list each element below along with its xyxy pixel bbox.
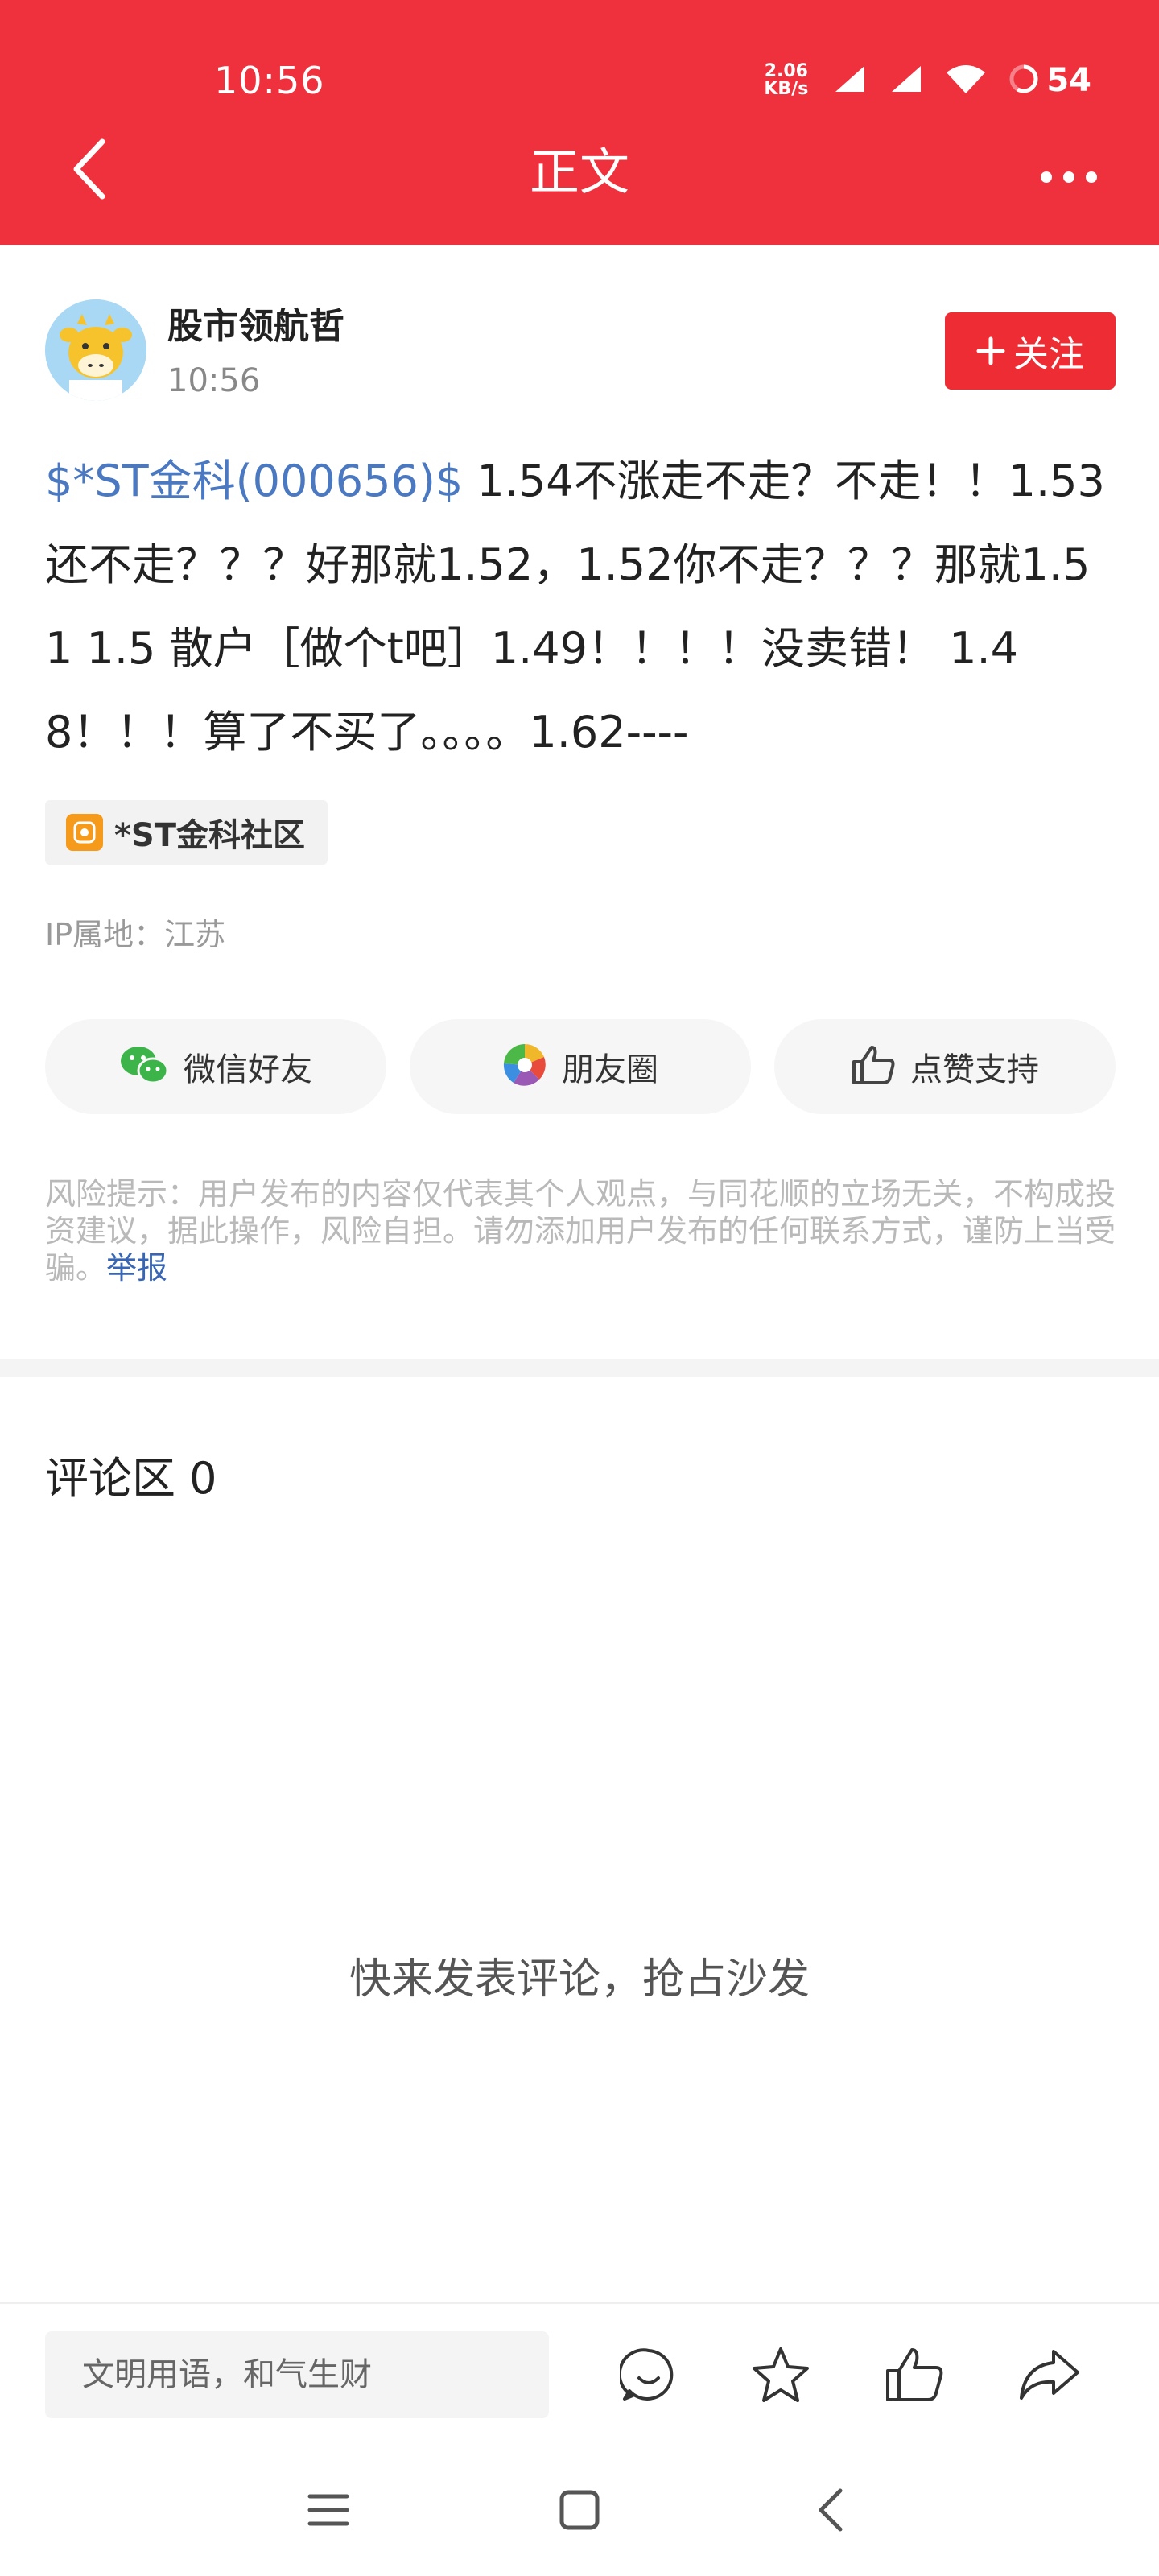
section-divider xyxy=(0,1359,1159,1377)
status-time: 10:56 xyxy=(214,59,325,102)
star-icon xyxy=(751,2346,810,2407)
comments-empty-state: 快来发表评论，抢占沙发 xyxy=(349,1955,810,2004)
network-speed-unit: KB/s xyxy=(764,79,809,99)
ip-location: IP属地：江苏 xyxy=(45,917,226,952)
like-support-label: 点赞支持 xyxy=(910,1051,1039,1088)
menu-button[interactable] xyxy=(296,2479,361,2544)
author-row: 股市领航哲 10:56 关注 xyxy=(45,299,1116,404)
favorite-button[interactable] xyxy=(742,2338,819,2415)
menu-icon xyxy=(307,2491,350,2532)
bottom-action-bar: 文明用语，和气生财 xyxy=(0,2302,1159,2441)
risk-notice-text: 风险提示：用户发布的内容仅代表其个人观点，与同花顺的立场无关，不构成投资建议，据… xyxy=(45,1176,1116,1286)
share-wechat-label: 微信好友 xyxy=(184,1051,312,1088)
more-button[interactable] xyxy=(1021,145,1117,209)
moments-icon xyxy=(502,1042,547,1091)
community-tag[interactable]: *ST金科社区 xyxy=(45,800,328,865)
more-icon-dot xyxy=(1063,171,1074,183)
home-button[interactable] xyxy=(547,2479,612,2544)
plus-icon xyxy=(976,328,1005,374)
avatar[interactable] xyxy=(45,299,146,401)
like-button[interactable] xyxy=(876,2338,953,2415)
share-moments-button[interactable]: 朋友圈 xyxy=(410,1019,751,1114)
share-button[interactable] xyxy=(1011,2338,1088,2415)
system-nav-bar xyxy=(0,2439,1159,2576)
more-icon-dot xyxy=(1041,171,1052,183)
status-icons: 2.06 KB/s 54 xyxy=(764,58,1091,103)
follow-button[interactable]: 关注 xyxy=(945,312,1116,390)
signal-icon xyxy=(832,63,868,98)
battery-level: 54 xyxy=(1046,62,1091,99)
wifi-icon xyxy=(945,63,987,98)
nav-back-button[interactable] xyxy=(798,2479,863,2544)
community-icon xyxy=(66,814,103,851)
network-speed-value: 2.06 xyxy=(764,61,808,81)
comments-title: 评论区 0 xyxy=(45,1453,217,1504)
share-row: 微信好友 朋友圈 点赞支持 xyxy=(45,1019,1116,1114)
community-tag-label: *ST金科社区 xyxy=(114,817,306,854)
post-content: $*ST金科(000656)$ 1.54不涨走不走？不走！！1.53还不走？？？… xyxy=(45,440,1116,774)
like-support-button[interactable]: 点赞支持 xyxy=(774,1019,1116,1114)
stock-link[interactable]: $*ST金科(000656)$ xyxy=(45,456,463,506)
risk-notice: 风险提示：用户发布的内容仅代表其个人观点，与同花顺的立场无关，不构成投资建议，据… xyxy=(45,1175,1116,1286)
wechat-icon xyxy=(119,1045,169,1088)
share-wechat-button[interactable]: 微信好友 xyxy=(45,1019,386,1114)
back-icon xyxy=(815,2486,847,2537)
comment-input[interactable]: 文明用语，和气生财 xyxy=(45,2331,549,2418)
network-speed: 2.06 KB/s xyxy=(764,63,808,98)
page-title: 正文 xyxy=(529,142,629,201)
author-name[interactable]: 股市领航哲 xyxy=(167,304,344,349)
thumbs-up-icon xyxy=(851,1044,896,1089)
share-moments-label: 朋友圈 xyxy=(562,1051,658,1088)
follow-label: 关注 xyxy=(1013,334,1084,375)
comment-icon xyxy=(617,2346,678,2407)
comment-button[interactable] xyxy=(610,2338,687,2415)
home-icon xyxy=(559,2489,600,2534)
battery-indicator: 54 xyxy=(1008,62,1091,99)
share-icon xyxy=(1018,2348,1081,2405)
report-link[interactable]: 举报 xyxy=(106,1250,167,1286)
battery-icon xyxy=(1008,63,1040,98)
thumbs-up-icon xyxy=(885,2347,944,2406)
signal-icon xyxy=(889,63,924,98)
post-time: 10:56 xyxy=(167,362,261,399)
more-icon-dot xyxy=(1086,171,1097,183)
app-header: 10:56 2.06 KB/s 54 正文 xyxy=(0,0,1159,245)
